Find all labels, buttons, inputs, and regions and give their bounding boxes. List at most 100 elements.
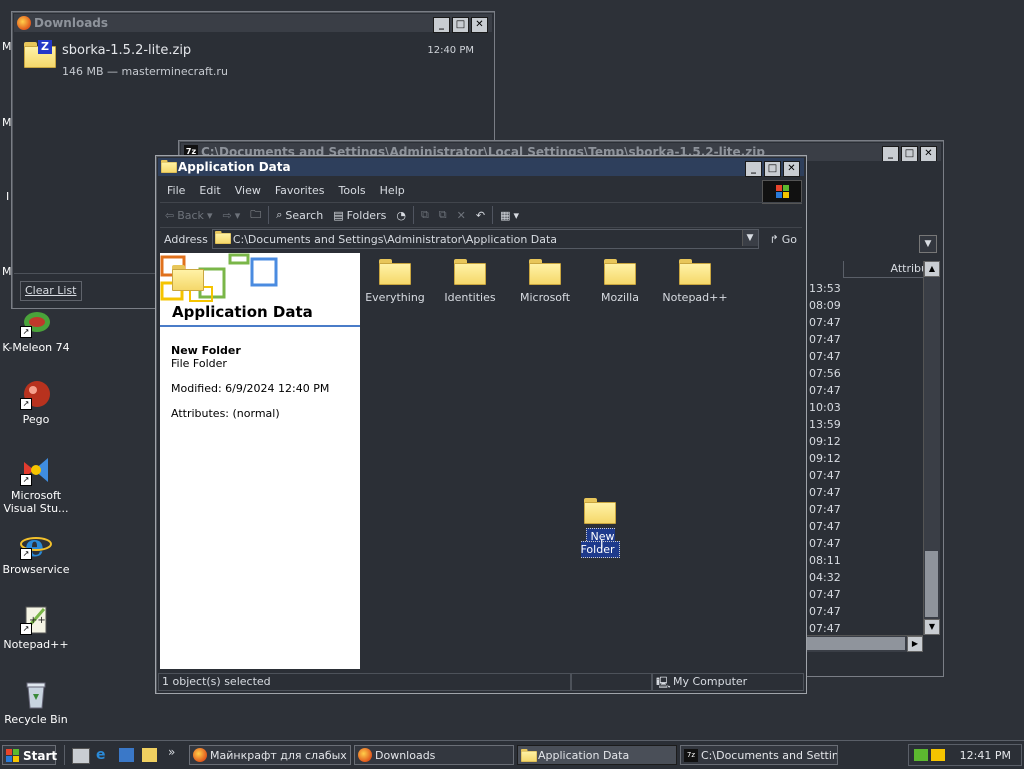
tray-app-icon[interactable] <box>914 749 928 761</box>
folder-icon <box>521 749 553 764</box>
taskbar-item-application-data[interactable]: Application Data <box>517 745 677 765</box>
taskbar-item-downloads[interactable]: Downloads <box>354 745 514 765</box>
desktop-icon-notepad-plus[interactable]: ++ ↗ Notepad++ <box>0 603 72 651</box>
desktop-icon-label: Notepad++ <box>3 638 69 651</box>
zip-folder-icon: Z <box>24 40 56 68</box>
taskbar-item-sevenzip[interactable]: 7z C:\Documents and Settin... <box>680 745 838 765</box>
clear-list-button[interactable]: Clear List <box>20 281 82 301</box>
tray-app-icon[interactable] <box>931 749 945 761</box>
address-input[interactable]: C:\Documents and Settings\Administrator\… <box>211 229 759 249</box>
minimize-button[interactable]: _ <box>745 161 762 177</box>
k-meleon-icon: ↗ <box>20 306 52 338</box>
up-folder-button[interactable]: 🗀 <box>245 206 266 225</box>
desktop-icon-label: Recycle Bin <box>4 713 68 726</box>
column-header-attributes[interactable]: Attribu <box>843 261 928 278</box>
copy-to-button[interactable]: ⧉ <box>434 208 452 222</box>
folder-item-identities[interactable]: Identities <box>435 259 505 304</box>
windows-logo-icon <box>762 180 802 204</box>
folder-item-everything[interactable]: Everything <box>360 259 430 304</box>
close-button[interactable]: ✕ <box>471 17 488 33</box>
desktop-icon-k-meleon[interactable]: ↗ K-Meleon 74 <box>0 306 72 354</box>
menu-help[interactable]: Help <box>373 184 412 197</box>
folder-icon <box>161 160 177 174</box>
explorer-window[interactable]: Application Data _ □ ✕ File Edit View Fa… <box>155 155 807 694</box>
internet-explorer-icon[interactable]: e <box>96 748 106 762</box>
scroll-up-button[interactable]: ▲ <box>924 261 940 277</box>
views-button[interactable]: ▦ ▾ <box>495 209 524 222</box>
download-item[interactable]: Z sborka-1.5.2-lite.zip 12:40 PM 146 MB … <box>16 36 490 82</box>
download-time: 12:40 PM <box>427 45 474 56</box>
folder-content-area[interactable]: Everything Identities Microsoft Mozilla … <box>360 253 801 669</box>
downloads-titlebar[interactable]: Downloads _ □ ✕ <box>14 14 492 33</box>
taskbar-item-label: Майнкрафт для слабых ... <box>210 749 351 762</box>
desktop-icon-visual-studio[interactable]: ↗ Microsoft Visual Stu... <box>0 454 72 515</box>
taskbar: Start e » Майнкрафт для слабых ... Downl… <box>0 740 1024 769</box>
maximize-button[interactable]: □ <box>764 161 781 177</box>
move-to-icon: ⧉ <box>420 208 429 221</box>
horizontal-scrollbar[interactable]: ▶ <box>805 635 923 652</box>
show-desktop-icon[interactable] <box>72 748 90 764</box>
scroll-thumb[interactable] <box>925 551 938 617</box>
go-button[interactable]: ↱ Go <box>765 233 802 246</box>
folder-icon <box>379 259 411 285</box>
desktop-icon-recycle-bin[interactable]: Recycle Bin <box>0 678 72 726</box>
menu-file[interactable]: File <box>160 184 192 197</box>
taskbar-item-minecraft[interactable]: Майнкрафт для слабых ... <box>189 745 351 765</box>
back-button[interactable]: ⇦ Back ▾ <box>160 209 217 222</box>
minimize-button[interactable]: _ <box>882 146 899 161</box>
modified-time-cell: 07:47 <box>809 384 841 397</box>
modified-time-cell: 07:47 <box>809 520 841 533</box>
back-arrow-icon: ⇦ <box>165 208 175 222</box>
status-selection: 1 object(s) selected <box>158 673 571 691</box>
scroll-down-button[interactable]: ▼ <box>924 619 940 635</box>
undo-button[interactable]: ↶ <box>471 209 490 222</box>
folder-item-mozilla[interactable]: Mozilla <box>585 259 655 304</box>
modified-time-cell: 09:12 <box>809 435 841 448</box>
forward-button[interactable]: ⇨ ▾ <box>217 209 245 222</box>
scroll-right-button[interactable]: ▶ <box>907 636 923 652</box>
maximize-button[interactable]: □ <box>901 146 918 161</box>
toolbar-separator <box>412 206 414 224</box>
minimize-button[interactable]: _ <box>433 17 450 33</box>
address-dropdown-arrow[interactable]: ▼ <box>741 230 758 246</box>
selected-item-attributes: Attributes: (normal) <box>171 407 280 420</box>
close-button[interactable]: ✕ <box>783 161 800 177</box>
menu-edit[interactable]: Edit <box>192 184 227 197</box>
folder-item-notepad-plus[interactable]: Notepad++ <box>660 259 730 304</box>
menu-favorites[interactable]: Favorites <box>268 184 332 197</box>
explorer-quicklaunch-icon[interactable] <box>142 748 157 762</box>
selected-item-name: New Folder <box>171 344 241 357</box>
hscroll-thumb[interactable] <box>805 637 905 650</box>
toolbar-separator <box>268 206 270 224</box>
explorer-titlebar[interactable]: Application Data _ □ ✕ <box>158 158 804 177</box>
history-button[interactable]: ◔ <box>391 209 411 222</box>
desktop-icon-browservice[interactable]: e ↗ Browservice <box>0 528 72 576</box>
modified-time-cell: 07:56 <box>809 367 841 380</box>
close-button[interactable]: ✕ <box>920 146 937 161</box>
status-zone: 🖳 My Computer <box>652 673 804 691</box>
explorer-title: Application Data <box>178 160 291 174</box>
delete-button[interactable]: ✕ <box>452 209 471 222</box>
folder-icon <box>679 259 711 285</box>
quicklaunch-chevron[interactable]: » <box>168 745 175 759</box>
maximize-button[interactable]: □ <box>452 17 469 33</box>
vertical-scrollbar[interactable]: ▲ ▼ <box>923 261 940 635</box>
menu-view[interactable]: View <box>228 184 268 197</box>
desktop-icon-label: Microsoft Visual Stu... <box>3 489 69 515</box>
taskbar-clock[interactable]: 12:41 PM <box>960 749 1011 762</box>
start-button[interactable]: Start <box>2 745 57 765</box>
folder-icon <box>604 259 636 285</box>
folder-item-microsoft[interactable]: Microsoft <box>510 259 580 304</box>
menu-tools[interactable]: Tools <box>332 184 373 197</box>
undo-icon: ↶ <box>475 208 486 222</box>
outlook-express-icon[interactable] <box>119 748 134 762</box>
desktop-icon-pego[interactable]: ↗ Pego <box>0 378 72 426</box>
taskbar-item-label: C:\Documents and Settin... <box>701 749 838 762</box>
modified-time-cell: 09:12 <box>809 452 841 465</box>
move-to-button[interactable]: ⧉ <box>416 208 434 222</box>
folders-button[interactable]: ▤ Folders <box>328 209 391 222</box>
address-value: C:\Documents and Settings\Administrator\… <box>232 232 558 246</box>
search-button[interactable]: ⌕ Search <box>271 208 328 222</box>
folder-icon <box>454 259 486 285</box>
path-dropdown-arrow[interactable]: ▼ <box>919 235 937 253</box>
